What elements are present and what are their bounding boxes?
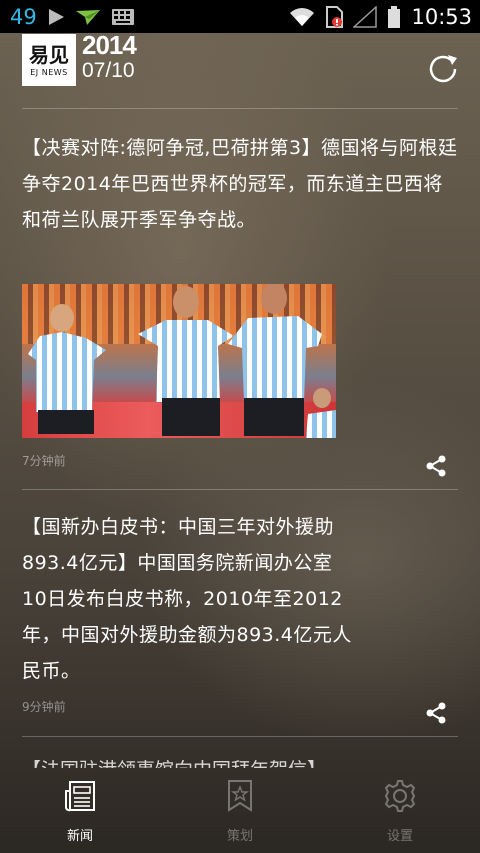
bottom-nav: 新闻 策划 设置	[0, 770, 480, 853]
news-time-2: 9分钟前	[22, 700, 66, 714]
wifi-icon	[289, 7, 315, 27]
nav-features-label: 策划	[226, 829, 253, 844]
bookmark-star-icon	[225, 779, 255, 817]
logo-english: EJ NEWS	[30, 67, 68, 77]
nav-settings[interactable]: 设置	[340, 779, 460, 844]
logo-chinese: 易见	[29, 42, 69, 67]
status-bar: 49 10:53	[0, 0, 480, 33]
notification-count: 49	[10, 4, 37, 29]
keyboard-icon	[111, 8, 135, 26]
sim-alert-icon	[325, 5, 344, 28]
date-display: 2014 07/10	[82, 30, 137, 82]
nav-settings-label: 设置	[386, 829, 413, 844]
app-logo: 易见 EJ NEWS	[22, 34, 76, 86]
clock: 10:53	[411, 4, 472, 29]
nav-features[interactable]: 策划	[180, 779, 300, 844]
play-icon	[47, 8, 65, 26]
share-icon[interactable]	[424, 454, 448, 478]
item-divider-1	[22, 489, 458, 490]
battery-icon	[387, 5, 401, 28]
refresh-icon[interactable]	[424, 50, 462, 88]
item-divider-2	[22, 736, 458, 737]
signal-icon	[353, 5, 378, 28]
news-headline-1[interactable]: 【决赛对阵:德阿争冠,巴荷拼第3】德国将与阿根廷争夺2014年巴西世界杯的冠军，…	[22, 130, 462, 238]
date-month-day: 07/10	[82, 59, 135, 82]
app-header: 易见 EJ NEWS 2014 07/10	[22, 30, 462, 108]
header-divider	[22, 108, 458, 109]
nav-news-label: 新闻	[66, 829, 93, 844]
nav-news[interactable]: 新闻	[20, 779, 140, 844]
news-photo-1[interactable]	[22, 284, 336, 438]
news-time-1: 7分钟前	[22, 454, 66, 468]
date-year: 2014	[82, 30, 137, 60]
paper-plane-icon	[75, 8, 101, 26]
gear-icon	[383, 779, 417, 817]
news-headline-3-peek[interactable]: 【法国驻港领事馆向中国拜年贺信】	[22, 752, 462, 768]
share-icon[interactable]	[424, 701, 448, 725]
newspaper-icon	[63, 779, 97, 817]
news-headline-2[interactable]: 【国新办白皮书：中国三年对外援助893.4亿元】中国国务院新闻办公室10日发布白…	[22, 509, 352, 689]
